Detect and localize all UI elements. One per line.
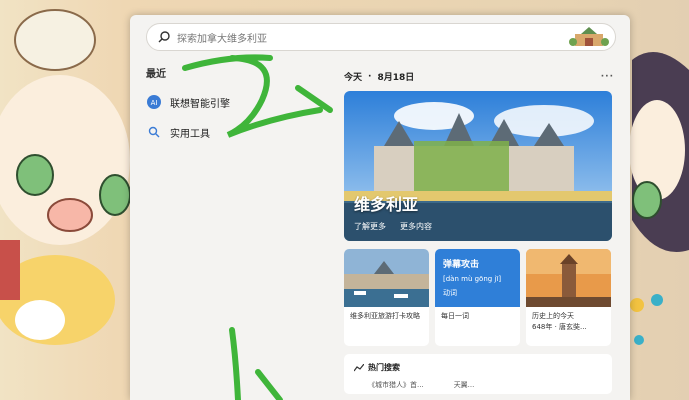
word-title: 弹幕攻击: [443, 260, 480, 270]
recent-item-label: 联想智能引擎: [170, 98, 230, 110]
hot-search-header: 热门搜索: [368, 363, 400, 372]
today-header: 今天 · 8月18日 ···: [344, 71, 614, 84]
info-cards: 维多利亚旅游打卡攻略 弹幕攻击 [dàn mù gōng jī] 动词 每日一词: [344, 249, 614, 346]
lenovo-ai-icon: AI: [146, 94, 162, 110]
more-content-link[interactable]: 更多内容: [400, 221, 432, 232]
hot-search-item[interactable]: 天翼...: [454, 380, 475, 390]
search-panel: 探索加拿大维多利亚 最近 AI 联想智能引擎 实用工具 今天 · 8月18日 ·…: [130, 15, 630, 400]
card-caption: 历史上的今天: [532, 312, 574, 320]
more-options-icon[interactable]: ···: [601, 72, 614, 82]
recent-item-label: 实用工具: [170, 128, 210, 140]
svg-text:AI: AI: [151, 99, 158, 107]
card-image: [344, 249, 429, 307]
card-caption: 维多利亚旅游打卡攻略: [350, 312, 420, 320]
learn-more-link[interactable]: 了解更多: [354, 221, 386, 232]
card-travel-guide[interactable]: 维多利亚旅游打卡攻略: [344, 249, 429, 346]
card-caption: 每日一词: [441, 312, 469, 320]
word-part-of-speech: 动词: [443, 289, 457, 297]
card-word-of-day[interactable]: 弹幕攻击 [dàn mù gōng jī] 动词 每日一词: [435, 249, 520, 346]
today-date: 8月18日: [377, 73, 415, 83]
today-label: 今天: [344, 73, 363, 83]
search-highlight-illustration-icon: [569, 27, 609, 46]
hero-image: [344, 91, 612, 241]
search-icon: [146, 124, 162, 140]
recent-item-lenovo-ai[interactable]: AI 联想智能引擎: [146, 94, 306, 110]
recent-section: 最近 AI 联想智能引擎 实用工具: [146, 65, 306, 140]
word-pinyin: [dàn mù gōng jī]: [443, 275, 502, 283]
trending-icon: [354, 363, 364, 371]
wallpaper-character-left: [0, 9, 130, 345]
search-bar[interactable]: 探索加拿大维多利亚: [146, 23, 616, 51]
search-icon: [158, 31, 170, 43]
hot-search-item[interactable]: 《城市猎人》首...: [368, 380, 424, 390]
hero-title: 维多利亚: [354, 195, 419, 214]
hero-card[interactable]: 维多利亚 了解更多 更多内容: [344, 91, 612, 241]
card-image: [526, 249, 611, 307]
card-word-panel: 弹幕攻击 [dàn mù gōng jī] 动词: [435, 249, 520, 307]
recent-item-utilities[interactable]: 实用工具: [146, 124, 306, 140]
card-history-today[interactable]: 历史上的今天 648年 · 唐玄奘...: [526, 249, 611, 346]
card-subcaption: 648年 · 唐玄奘...: [532, 323, 587, 331]
today-section: 今天 · 8月18日 ··· 维多利亚 了解更多 更多内容 维多利亚旅游打卡攻略…: [344, 70, 614, 394]
hot-search-section[interactable]: 热门搜索 《城市猎人》首... 天翼...: [344, 354, 612, 394]
recent-header: 最近: [146, 69, 166, 80]
search-input[interactable]: 探索加拿大维多利亚: [177, 30, 267, 45]
wallpaper-character-right: [629, 52, 689, 345]
